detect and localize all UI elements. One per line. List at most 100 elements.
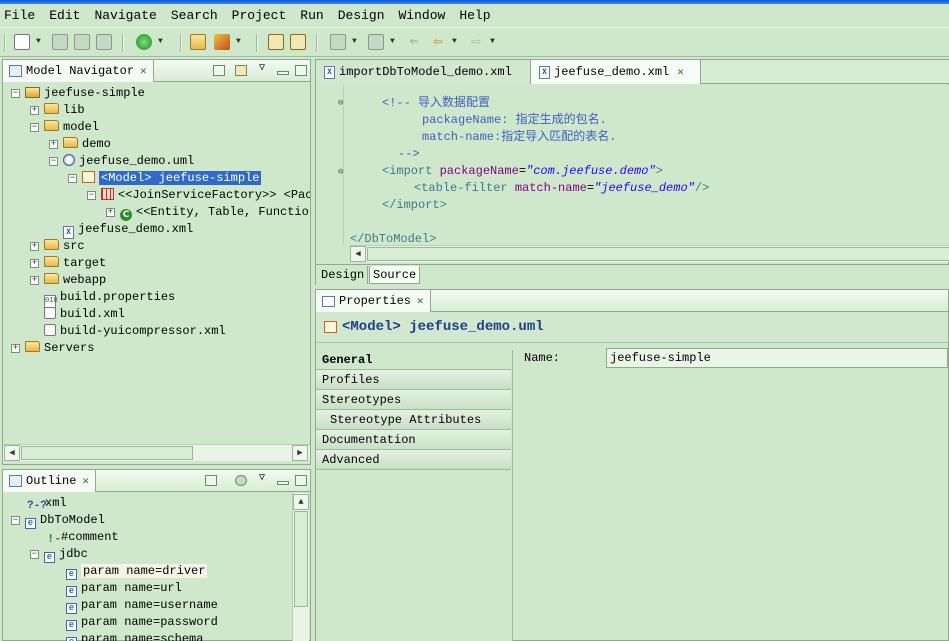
tab-source[interactable]: Source xyxy=(369,266,421,284)
expand-icon[interactable]: + xyxy=(11,344,20,353)
print-icon[interactable] xyxy=(96,34,112,50)
tree-item-lib[interactable]: + lib xyxy=(30,102,85,119)
close-icon[interactable]: ✕ xyxy=(677,65,684,79)
view-menu-icon[interactable]: ▽ xyxy=(259,472,265,484)
collapse-icon[interactable]: − xyxy=(11,516,20,525)
category-stereotypes[interactable]: Stereotypes xyxy=(316,390,511,410)
name-field[interactable]: jeefuse-simple xyxy=(606,348,948,368)
chevron-down-icon[interactable]: ▼ xyxy=(390,37,395,46)
collapse-icon[interactable]: − xyxy=(87,191,96,200)
save-icon[interactable] xyxy=(52,34,68,50)
menu-design[interactable]: Design xyxy=(338,8,385,23)
tree-item-demo[interactable]: + demo xyxy=(49,136,111,153)
chevron-down-icon[interactable]: ▼ xyxy=(452,37,457,46)
expand-icon[interactable]: + xyxy=(49,140,58,149)
tab-outline[interactable]: Outline ✕ xyxy=(3,470,97,492)
tree-item-src[interactable]: + src xyxy=(30,238,85,255)
tree-item-servers[interactable]: + Servers xyxy=(11,340,94,357)
tree-item-project[interactable]: − jeefuse-simple xyxy=(11,85,145,102)
scroll-thumb[interactable] xyxy=(367,247,949,261)
collapse-icon[interactable]: − xyxy=(49,157,58,166)
menu-run[interactable]: Run xyxy=(300,8,323,23)
chevron-down-icon[interactable]: ▼ xyxy=(158,37,163,46)
expand-icon[interactable]: + xyxy=(106,208,115,217)
category-profiles[interactable]: Profiles xyxy=(316,370,511,390)
fold-collapse-icon[interactable]: ⊖ xyxy=(338,167,343,177)
category-advanced[interactable]: Advanced xyxy=(316,450,511,470)
expand-icon[interactable]: + xyxy=(30,276,39,285)
expand-icon[interactable]: + xyxy=(30,259,39,268)
editor-horizontal-scrollbar[interactable]: ◀ xyxy=(350,245,949,262)
collapse-icon[interactable]: − xyxy=(68,174,77,183)
close-icon[interactable]: ✕ xyxy=(82,474,89,488)
minimize-icon[interactable] xyxy=(277,71,289,75)
tree-item-package[interactable]: − <<JoinServiceFactory>> <Pac xyxy=(87,187,310,204)
outline-item-dbtomodel[interactable]: − e DbToModel xyxy=(11,512,105,529)
tab-model-navigator[interactable]: Model Navigator ✕ xyxy=(3,60,154,82)
maximize-icon[interactable] xyxy=(295,65,307,76)
outline-item-comment[interactable]: !-#comment xyxy=(47,529,119,546)
category-general[interactable]: General xyxy=(316,350,511,370)
new-icon[interactable] xyxy=(14,34,30,50)
chevron-down-icon[interactable]: ▼ xyxy=(36,37,41,46)
outline-item-param-url[interactable]: e param name=url xyxy=(66,580,182,597)
tree-item-model[interactable]: − model xyxy=(30,119,99,136)
collapse-all-icon[interactable] xyxy=(205,475,217,486)
category-stereotype-attributes[interactable]: Stereotype Attributes xyxy=(316,410,511,430)
tab-properties[interactable]: Properties ✕ xyxy=(316,290,431,312)
outline-item-param-driver[interactable]: e param name=driver xyxy=(66,563,208,580)
link-editor-icon[interactable] xyxy=(235,65,247,76)
navigator-horizontal-scrollbar[interactable]: ◀ ▶ xyxy=(3,444,310,461)
menu-file[interactable]: File xyxy=(4,8,35,23)
tree-item-webapp[interactable]: + webapp xyxy=(30,272,106,289)
tree-item-build-properties[interactable]: 010 build.properties xyxy=(44,289,175,308)
chevron-down-icon[interactable]: ▼ xyxy=(352,37,357,46)
forward-arrow-icon[interactable]: ⇨ xyxy=(468,34,484,50)
next-annotation-icon[interactable] xyxy=(330,34,346,50)
view-menu-icon[interactable]: ▽ xyxy=(259,62,265,74)
expand-icon[interactable]: + xyxy=(30,106,39,115)
scroll-right-icon[interactable]: ▶ xyxy=(292,445,308,461)
outline-vertical-scrollbar[interactable]: ▲ xyxy=(292,493,309,641)
maximize-icon[interactable] xyxy=(295,475,307,486)
save-all-icon[interactable] xyxy=(74,34,90,50)
outline-item-param-password[interactable]: e param name=password xyxy=(66,614,218,631)
close-icon[interactable]: ✕ xyxy=(140,64,147,78)
tab-importdbtomodel-xml[interactable]: X importDbToModel_demo.xml xyxy=(316,60,531,84)
chevron-down-icon[interactable]: ▼ xyxy=(490,37,495,46)
tree-item-target[interactable]: + target xyxy=(30,255,106,272)
scroll-up-icon[interactable]: ▲ xyxy=(293,494,309,510)
menu-edit[interactable]: Edit xyxy=(49,8,80,23)
collapse-all-icon[interactable] xyxy=(213,65,225,76)
collapse-icon[interactable]: − xyxy=(30,550,39,559)
chevron-down-icon[interactable]: ▼ xyxy=(236,37,241,46)
tree-item-uml-file[interactable]: − jeefuse_demo.uml xyxy=(49,153,194,170)
category-documentation[interactable]: Documentation xyxy=(316,430,511,450)
collapse-icon[interactable]: − xyxy=(30,123,39,132)
back-arrow-icon[interactable]: ⇦ xyxy=(430,34,446,50)
tree-item-xml-file[interactable]: Xjeefuse_demo.xml xyxy=(63,221,193,239)
hierarchy-icon[interactable] xyxy=(268,34,284,50)
outline-item-param-schema[interactable]: eparam name=schema xyxy=(66,631,203,641)
tree-item-build-yuicompressor[interactable]: build-yuicompressor.xml xyxy=(44,323,226,340)
minimize-icon[interactable] xyxy=(277,481,289,485)
menu-project[interactable]: Project xyxy=(232,8,287,23)
outline-item-param-username[interactable]: e param name=username xyxy=(66,597,218,614)
scroll-left-icon[interactable]: ◀ xyxy=(350,246,366,262)
menu-window[interactable]: Window xyxy=(399,8,446,23)
run-icon[interactable] xyxy=(136,34,152,50)
scroll-left-icon[interactable]: ◀ xyxy=(4,445,20,461)
tree-item-build-xml[interactable]: build.xml xyxy=(44,306,125,323)
tab-design[interactable]: Design xyxy=(318,266,369,284)
tree-item-entity[interactable]: + C <<Entity, Table, Functio xyxy=(106,204,309,221)
sort-icon[interactable] xyxy=(235,475,247,486)
last-edit-icon[interactable]: ⇐ xyxy=(406,34,422,50)
menu-search[interactable]: Search xyxy=(171,8,218,23)
scroll-thumb[interactable] xyxy=(21,446,193,460)
source-editor[interactable]: ⊖ ⊖ <!-- 导入数据配置 packageName: 指定生成的包名. ma… xyxy=(316,85,949,245)
open-folder-icon[interactable] xyxy=(190,34,206,50)
fold-collapse-icon[interactable]: ⊖ xyxy=(338,98,343,108)
expand-icon[interactable]: + xyxy=(30,242,39,251)
tab-jeefuse-demo-xml[interactable]: X jeefuse_demo.xml ✕ xyxy=(531,60,701,84)
menu-help[interactable]: Help xyxy=(459,8,490,23)
